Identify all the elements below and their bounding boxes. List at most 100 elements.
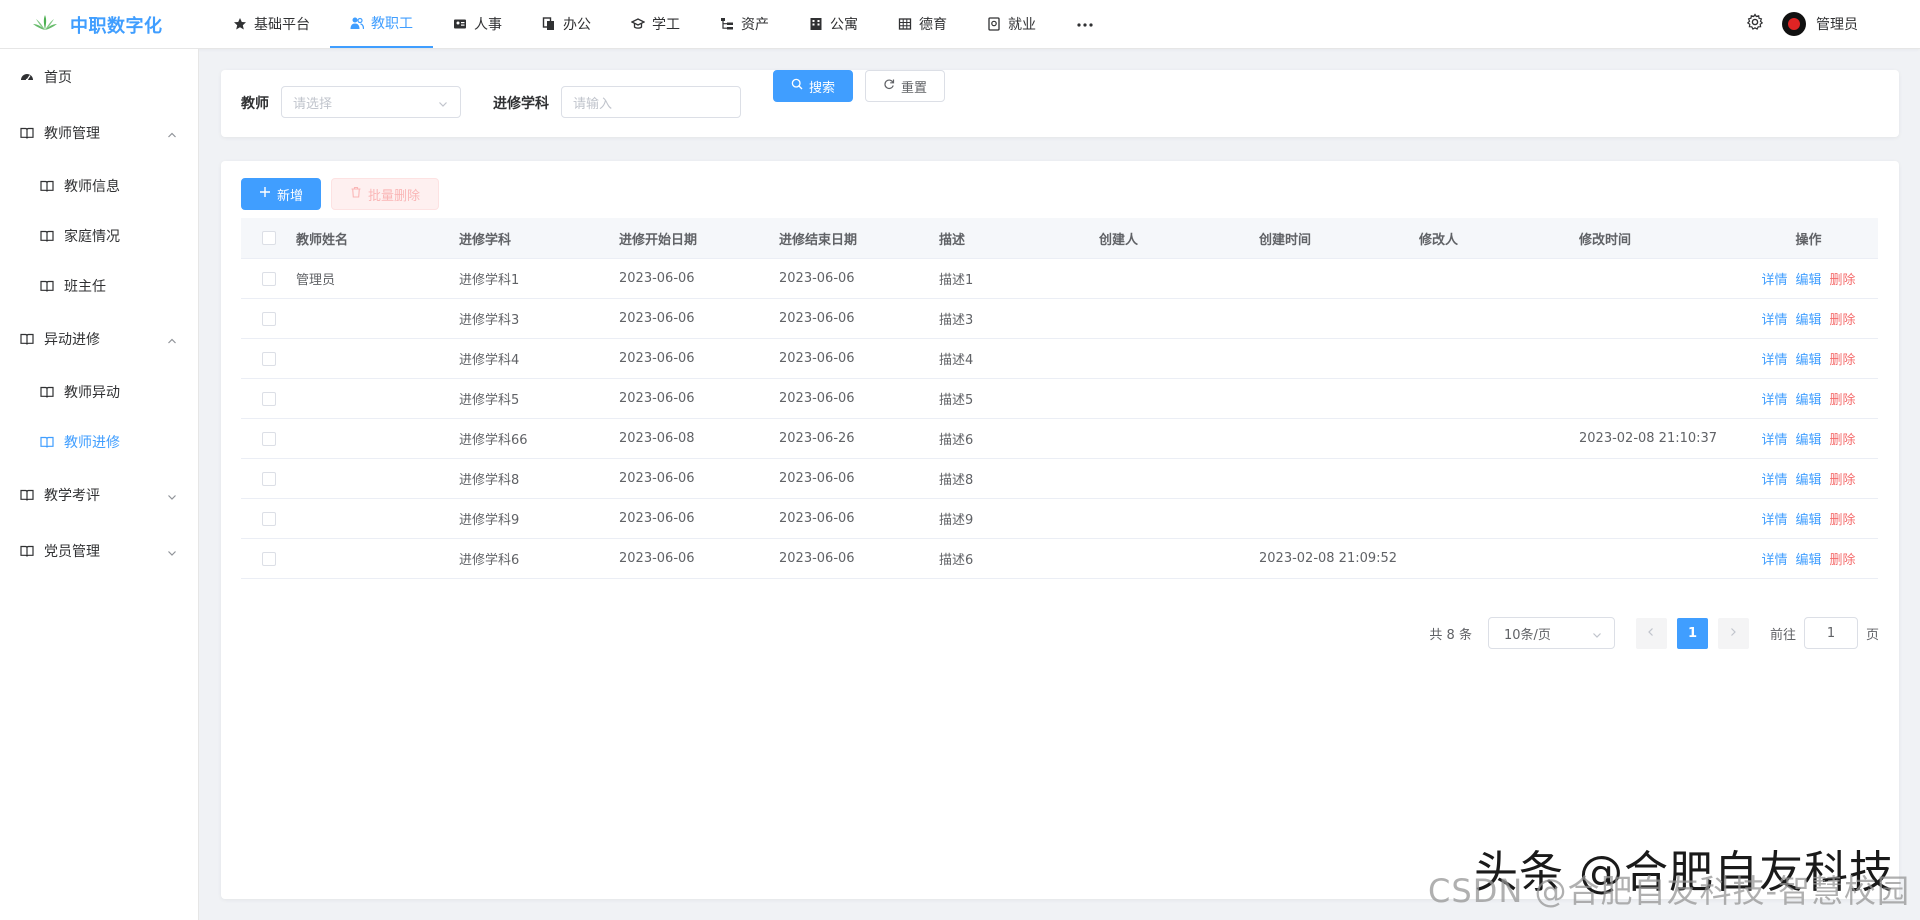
sidebar-group-teacher-management[interactable]: 教师管理 <box>0 105 199 161</box>
table-row[interactable]: 进修学科4 2023-06-06 2023-06-06 描述4 详情 编辑 删除 <box>241 339 1878 379</box>
select-all-checkbox[interactable] <box>261 231 276 245</box>
delete-link[interactable]: 删除 <box>1830 429 1856 448</box>
row-checkbox[interactable] <box>261 551 276 566</box>
delete-link[interactable]: 删除 <box>1830 509 1856 528</box>
row-checkbox[interactable] <box>261 471 276 486</box>
table-row[interactable]: 进修学科3 2023-06-06 2023-06-06 描述3 详情 编辑 删除 <box>241 299 1878 339</box>
goto-prefix: 前往 <box>1769 627 1796 643</box>
row-checkbox[interactable] <box>261 391 276 406</box>
edit-link[interactable]: 编辑 <box>1795 269 1821 288</box>
table-row[interactable]: 管理员 进修学科1 2023-06-06 2023-06-06 描述1 详情 编辑… <box>241 259 1878 299</box>
cell-actions: 详情 编辑 删除 <box>1739 539 1878 578</box>
pagination-total: 共 8 条 <box>1429 627 1472 643</box>
edit-link[interactable]: 编辑 <box>1795 309 1821 328</box>
detail-link[interactable]: 详情 <box>1761 509 1787 528</box>
row-checkbox[interactable] <box>261 431 276 446</box>
chevron-left-icon <box>1646 626 1656 641</box>
delete-link[interactable]: 删除 <box>1830 389 1856 408</box>
nav-item-apartment[interactable]: 公寓 <box>789 0 878 48</box>
book-icon <box>40 229 54 243</box>
cell-end-date: 2023-06-06 <box>779 391 855 406</box>
sidebar-item-family[interactable]: 家庭情况 <box>0 211 199 261</box>
delete-link[interactable]: 删除 <box>1830 469 1856 488</box>
sidebar-item-home[interactable]: 首页 <box>0 49 199 105</box>
nav-item-staff[interactable]: 教职工 <box>330 0 433 48</box>
table-row[interactable]: 进修学科66 2023-06-08 2023-06-26 描述6 2023-02… <box>241 419 1878 459</box>
delete-link[interactable]: 删除 <box>1830 269 1856 288</box>
nav-more-button[interactable] <box>1056 0 1114 48</box>
detail-link[interactable]: 详情 <box>1761 469 1787 488</box>
cell-start-date: 2023-06-08 <box>619 431 695 446</box>
row-checkbox[interactable] <box>261 311 276 326</box>
building-icon <box>809 17 823 31</box>
book-icon <box>40 179 54 193</box>
detail-link[interactable]: 详情 <box>1761 549 1787 568</box>
reset-button[interactable]: 重置 <box>865 70 945 102</box>
edit-link[interactable]: 编辑 <box>1795 469 1821 488</box>
nav-item-hr[interactable]: 人事 <box>433 0 522 48</box>
more-dots-icon <box>1076 16 1094 32</box>
table-row[interactable]: 进修学科5 2023-06-06 2023-06-06 描述5 详情 编辑 删除 <box>241 379 1878 419</box>
users-icon <box>350 16 364 30</box>
delete-link[interactable]: 删除 <box>1830 549 1856 568</box>
row-checkbox[interactable] <box>261 511 276 526</box>
user-name[interactable]: 管理员 <box>1816 14 1858 34</box>
sidebar-group-transfer-training[interactable]: 异动进修 <box>0 311 199 367</box>
cell-created-time <box>1259 259 1419 298</box>
app-logo[interactable]: 中职数字化 <box>32 0 163 49</box>
nav-item-assets[interactable]: 资产 <box>700 0 789 48</box>
cell-subject: 进修学科3 <box>459 313 520 328</box>
prev-page-button[interactable] <box>1635 617 1667 649</box>
watermark-csdn: CSDN @合肥自友科技-智慧校园 <box>1428 872 1910 910</box>
search-button[interactable]: 搜索 <box>773 70 853 102</box>
table-row[interactable]: 进修学科8 2023-06-06 2023-06-06 描述8 详情 编辑 删除 <box>241 459 1878 499</box>
table-row[interactable]: 进修学科6 2023-06-06 2023-06-06 描述6 2023-02-… <box>241 539 1878 579</box>
nav-item-moral-education[interactable]: 德育 <box>878 0 967 48</box>
detail-link[interactable]: 详情 <box>1761 309 1787 328</box>
edit-link[interactable]: 编辑 <box>1795 349 1821 368</box>
cell-description: 描述3 <box>939 313 974 328</box>
sidebar-item-teacher-info[interactable]: 教师信息 <box>0 161 199 211</box>
avatar[interactable] <box>1782 12 1806 36</box>
add-button[interactable]: 新增 <box>241 178 321 210</box>
cell-start-date: 2023-06-06 <box>619 351 695 366</box>
nav-item-employment[interactable]: 就业 <box>967 0 1056 48</box>
row-checkbox[interactable] <box>261 351 276 366</box>
detail-link[interactable]: 详情 <box>1761 389 1787 408</box>
cell-modifier <box>1419 299 1579 338</box>
detail-link[interactable]: 详情 <box>1761 429 1787 448</box>
id-card-icon <box>453 17 467 31</box>
nav-item-student-affairs[interactable]: 学工 <box>611 0 700 48</box>
detail-link[interactable]: 详情 <box>1761 349 1787 368</box>
batch-delete-button[interactable]: 批量删除 <box>331 178 439 210</box>
row-checkbox[interactable] <box>261 271 276 286</box>
edit-link[interactable]: 编辑 <box>1795 389 1821 408</box>
delete-link[interactable]: 删除 <box>1830 349 1856 368</box>
table-row[interactable]: 进修学科9 2023-06-06 2023-06-06 描述9 详情 编辑 删除 <box>241 499 1878 539</box>
cell-modified-time <box>1579 499 1739 538</box>
goto-page-input[interactable]: 1 <box>1803 617 1858 649</box>
delete-link[interactable]: 删除 <box>1830 309 1856 328</box>
sidebar-group-teaching-evaluation[interactable]: 教学考评 <box>0 467 199 523</box>
cell-end-date: 2023-06-06 <box>779 551 855 566</box>
nav-item-basic-platform[interactable]: 基础平台 <box>213 0 330 48</box>
sidebar-item-teacher-transfer[interactable]: 教师异动 <box>0 367 199 417</box>
sidebar-item-teacher-training[interactable]: 教师进修 <box>0 417 199 467</box>
edit-link[interactable]: 编辑 <box>1795 429 1821 448</box>
page-size-select[interactable]: 10条/页 <box>1487 617 1615 649</box>
page-number-current[interactable]: 1 <box>1676 617 1708 649</box>
next-page-button[interactable] <box>1717 617 1749 649</box>
col-header-start-date: 进修开始日期 <box>619 232 698 248</box>
subject-input[interactable]: 请输入 <box>561 86 741 118</box>
teacher-select[interactable]: 请选择 <box>281 86 461 118</box>
edit-link[interactable]: 编辑 <box>1795 549 1821 568</box>
sidebar-group-party-members[interactable]: 党员管理 <box>0 523 199 579</box>
cell-created-time <box>1259 499 1419 538</box>
select-all-checkbox-cell[interactable] <box>241 218 296 258</box>
edit-link[interactable]: 编辑 <box>1795 509 1821 528</box>
detail-link[interactable]: 详情 <box>1761 269 1787 288</box>
gear-icon[interactable] <box>1746 13 1764 35</box>
sidebar-item-head-teacher[interactable]: 班主任 <box>0 261 199 311</box>
documents-icon <box>542 17 556 31</box>
nav-item-office[interactable]: 办公 <box>522 0 611 48</box>
